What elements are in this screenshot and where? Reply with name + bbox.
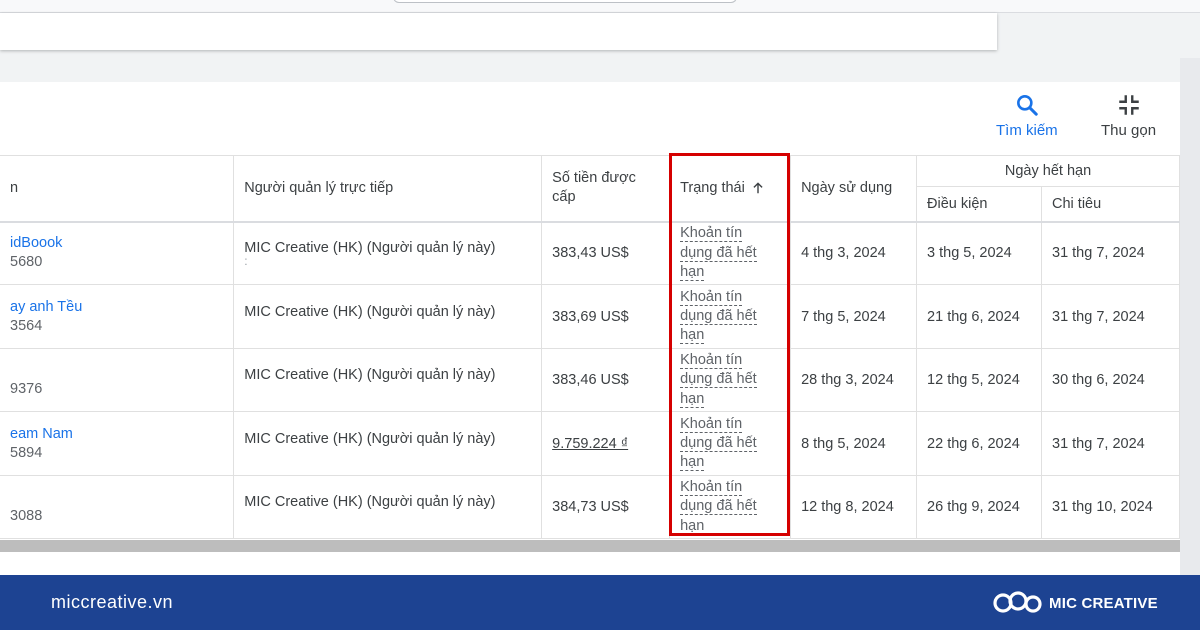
credit-amount: 383,43 US$ bbox=[541, 221, 671, 285]
table-row: idBoook 5680 MIC Creative (HK) (Người quả… bbox=[0, 221, 1180, 285]
credits-table-panel: Tìm kiếm Thu gọn n Người quản lý trực ti… bbox=[0, 82, 1180, 540]
account-id: 3088 bbox=[10, 508, 43, 524]
expiry-spend-date: 31 thg 10, 2024 bbox=[1041, 475, 1180, 539]
table-row: 9376 MIC Creative (HK) (Người quản lý nà… bbox=[0, 348, 1180, 412]
column-header-expiry-spend[interactable]: Chi tiêu bbox=[1041, 186, 1180, 223]
usage-date: 4 thg 3, 2024 bbox=[790, 221, 918, 285]
account-name-link[interactable]: ay anh Tều bbox=[10, 298, 223, 317]
manager-name: MIC Creative (HK) (Người quản lý này) bbox=[244, 367, 496, 383]
status-text: Khoản tín dụng đã hết hạn bbox=[680, 288, 766, 346]
column-header-account[interactable]: n bbox=[0, 155, 235, 223]
table-row: eam Nam 5894 MIC Creative (HK) (Người quả… bbox=[0, 411, 1180, 476]
expiry-condition-date: 3 thg 5, 2024 bbox=[916, 221, 1042, 285]
account-name-link[interactable]: eam Nam bbox=[10, 425, 223, 444]
collapse-icon bbox=[1118, 95, 1139, 115]
filter-card bbox=[0, 13, 997, 50]
status-tooltip-trigger[interactable]: Khoản tín dụng đã hết hạn bbox=[680, 352, 757, 408]
manager-detail bbox=[244, 510, 531, 520]
collapse-label: Thu gọn bbox=[1101, 122, 1157, 139]
credit-amount: 383,46 US$ bbox=[541, 348, 671, 412]
status-tooltip-trigger[interactable]: Khoản tín dụng đã hết hạn bbox=[680, 288, 757, 345]
status-text: Khoản tín dụng đã hết hạn bbox=[680, 351, 766, 409]
account-id: 5894 bbox=[10, 444, 43, 461]
search-button[interactable]: Tìm kiếm bbox=[996, 92, 1058, 139]
usage-date: 8 thg 5, 2024 bbox=[790, 411, 918, 476]
column-header-status-label: Trạng thái bbox=[680, 180, 745, 197]
status-text: Khoản tín dụng đã hết hạn bbox=[680, 415, 766, 473]
manager-name: MIC Creative (HK) (Người quản lý này) bbox=[244, 240, 496, 257]
credits-table: n Người quản lý trực tiếp Số tiền được c… bbox=[0, 155, 1180, 539]
search-icon bbox=[1016, 95, 1038, 116]
footer-url: miccreative.vn bbox=[51, 592, 174, 612]
expiry-spend-date: 31 thg 7, 2024 bbox=[1041, 221, 1180, 285]
column-header-usage-date[interactable]: Ngày sử dụng bbox=[790, 155, 918, 223]
column-header-manager[interactable]: Người quản lý trực tiếp bbox=[233, 155, 543, 223]
manager-detail bbox=[244, 320, 531, 330]
manager-detail bbox=[244, 447, 531, 457]
manager-name: MIC Creative (HK) (Người quản lý này) bbox=[244, 303, 496, 320]
brand-name: MIC CREATIVE bbox=[1049, 594, 1158, 612]
status-text: Khoản tín dụng đã hết hạn bbox=[680, 478, 766, 536]
status-tooltip-trigger[interactable]: Khoản tín dụng đã hết hạn bbox=[680, 479, 757, 535]
column-header-expiry-condition[interactable]: Điều kiện bbox=[916, 186, 1042, 223]
table-row: 3088 MIC Creative (HK) (Người quản lý nà… bbox=[0, 475, 1180, 539]
expiry-spend-date: 31 thg 7, 2024 bbox=[1041, 284, 1180, 349]
brand-logo: MIC CREATIVE bbox=[993, 588, 1158, 618]
mic-logo-icon bbox=[993, 591, 1042, 613]
manager-detail: : bbox=[244, 256, 248, 267]
expiry-condition-date: 12 thg 5, 2024 bbox=[916, 348, 1042, 412]
expiry-condition-date: 21 thg 6, 2024 bbox=[916, 284, 1042, 349]
usage-date: 7 thg 5, 2024 bbox=[790, 284, 918, 349]
expiry-spend-date: 31 thg 7, 2024 bbox=[1041, 411, 1180, 476]
expiry-condition-date: 22 thg 6, 2024 bbox=[916, 411, 1042, 476]
usage-date: 12 thg 8, 2024 bbox=[790, 475, 918, 539]
usage-date: 28 thg 3, 2024 bbox=[790, 348, 918, 412]
status-text: Khoản tín dụng đã hết hạn bbox=[680, 224, 766, 282]
arrow-up-icon bbox=[753, 182, 763, 194]
account-id: 5680 bbox=[10, 254, 43, 271]
expiry-spend-date: 30 thg 6, 2024 bbox=[1041, 348, 1180, 412]
account-id: 9376 bbox=[10, 381, 43, 397]
column-group-expiry: Ngày hết hạn bbox=[916, 155, 1180, 187]
horizontal-scrollbar[interactable] bbox=[0, 540, 1180, 552]
manager-detail bbox=[244, 383, 531, 393]
column-header-amount[interactable]: Số tiền được cấp bbox=[541, 155, 671, 223]
credit-amount: 9.759.224 ₫ bbox=[541, 411, 671, 476]
account-name-link[interactable] bbox=[10, 361, 223, 380]
expiry-condition-date: 26 thg 9, 2024 bbox=[916, 475, 1042, 539]
credit-amount: 383,69 US$ bbox=[541, 284, 671, 349]
status-tooltip-trigger[interactable]: Khoản tín dụng đã hết hạn bbox=[680, 225, 757, 281]
vertical-scrollbar[interactable] bbox=[1180, 58, 1200, 578]
credit-amount: 384,73 US$ bbox=[541, 475, 671, 539]
top-search-box[interactable] bbox=[393, 0, 737, 3]
manager-name: MIC Creative (HK) (Người quản lý này) bbox=[244, 494, 496, 510]
table-row: ay anh Tều 3564 MIC Creative (HK) (Người … bbox=[0, 284, 1180, 349]
search-label: Tìm kiếm bbox=[996, 122, 1058, 139]
credit-amount-value: 9.759.224 ₫ bbox=[552, 435, 629, 452]
manager-name: MIC Creative (HK) (Người quản lý này) bbox=[244, 430, 496, 447]
account-name-link[interactable]: idBoook bbox=[10, 234, 223, 253]
account-id: 3564 bbox=[10, 317, 43, 334]
account-name-link[interactable] bbox=[10, 488, 223, 507]
collapse-button[interactable]: Thu gọn bbox=[1101, 92, 1156, 139]
status-tooltip-trigger[interactable]: Khoản tín dụng đã hết hạn bbox=[680, 415, 757, 472]
column-header-status[interactable]: Trạng thái bbox=[669, 155, 792, 223]
footer-banner: miccreative.vn MIC CREATIVE bbox=[0, 575, 1200, 630]
